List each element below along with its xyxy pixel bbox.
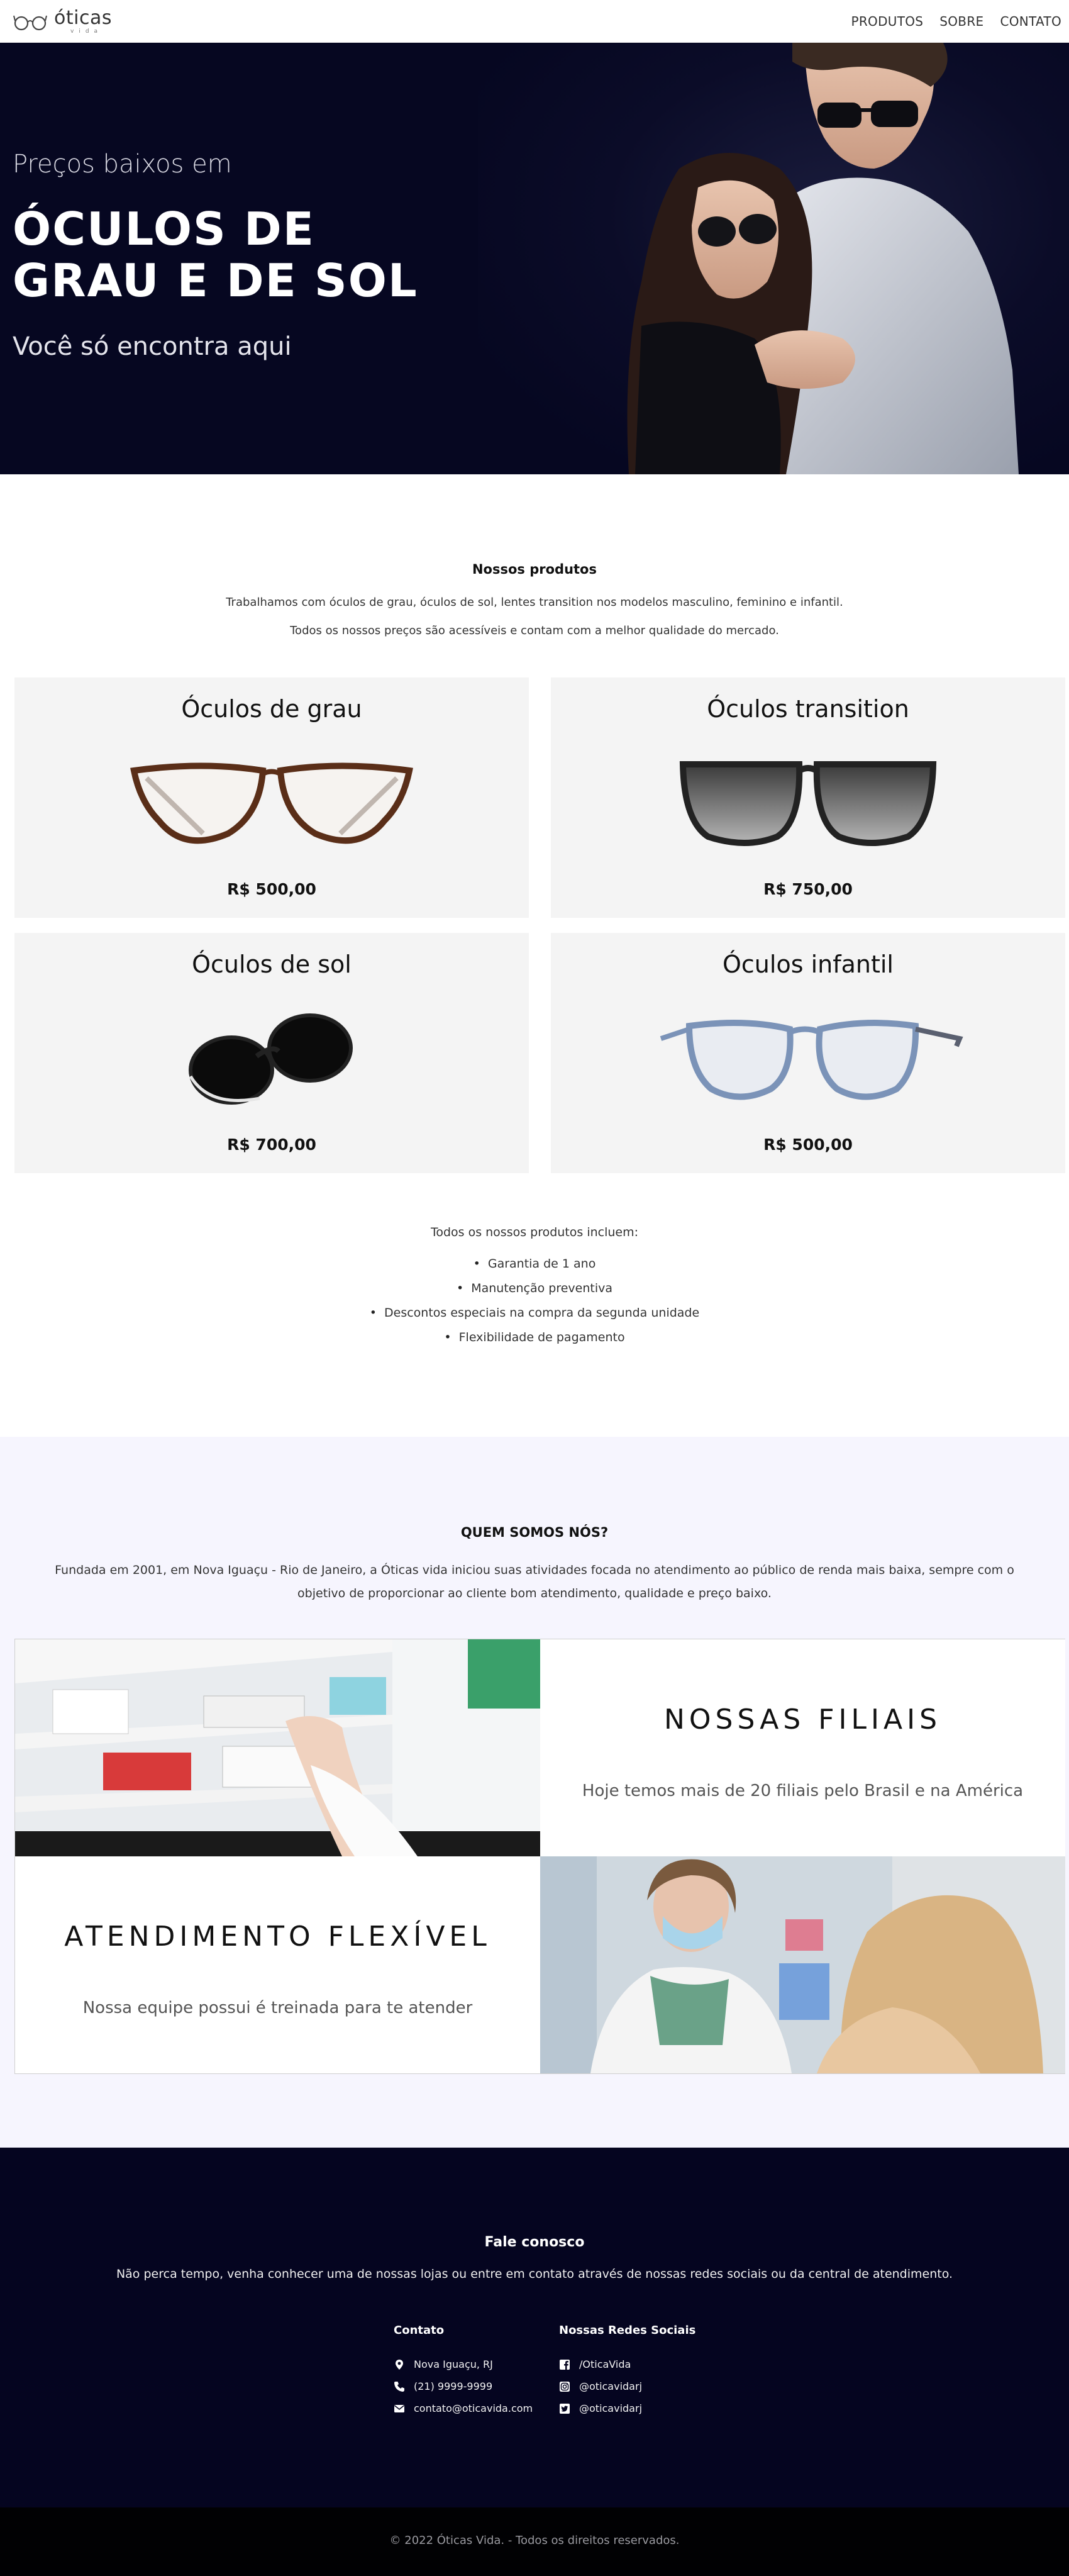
social-column: Nossas Redes Sociais /OticaVida @oticavi… (559, 2324, 695, 2419)
service-tile: ATENDIMENTO FLEXÍVEL Nossa equipe possui… (15, 1856, 540, 2073)
facebook-icon (560, 2359, 570, 2370)
list-item: Manutenção preventiva (0, 1276, 1069, 1301)
service-heading: ATENDIMENTO FLEXÍVEL (64, 1921, 491, 1953)
address-text: Nova Iguaçu, RJ (414, 2358, 493, 2370)
product-price: R$ 700,00 (227, 1135, 316, 1154)
hero-pre-title: Preços baixos em (13, 150, 232, 179)
products-description-2: Todos os nossos preços são acessíveis e … (290, 624, 779, 637)
about-text: Fundada em 2001, em Nova Iguaçu - Rio de… (55, 1563, 1014, 1600)
twitter-icon (560, 2403, 570, 2414)
nav-link-sobre[interactable]: SOBRE (939, 14, 983, 29)
glasses-logo-icon (13, 15, 47, 31)
branches-text: Hoje temos mais de 20 filiais pelo Brasi… (582, 1781, 1024, 1800)
phone-text: (21) 9999-9999 (414, 2380, 493, 2392)
nav-link-produtos[interactable]: PRODUTOS (851, 14, 923, 29)
list-item: Descontos especiais na compra da segunda… (0, 1301, 1069, 1325)
hero-banner: Preços baixos em ÓCULOS DE GRAU E DE SOL… (0, 43, 1069, 474)
product-price: R$ 750,00 (763, 880, 853, 898)
email-item[interactable]: contato@oticavida.com (394, 2397, 533, 2419)
products-description-1: Trabalhamos com óculos de grau, óculos d… (226, 596, 843, 609)
contact-column: Contato Nova Iguaçu, RJ (21) 9999-9999 c… (394, 2324, 533, 2419)
product-name: Óculos de sol (192, 951, 352, 978)
product-card-grau[interactable]: Óculos de grau R$ 500,00 (14, 677, 529, 918)
about-grid: NOSSAS FILIAIS Hoje temos mais de 20 fil… (14, 1639, 1065, 2074)
products-title: Nossos produtos (472, 562, 597, 577)
sunglasses-image (189, 1013, 353, 1105)
logo-text: óticas vida (54, 6, 112, 35)
logo[interactable]: óticas vida (13, 6, 112, 36)
list-item: Garantia de 1 ano (0, 1252, 1069, 1276)
kids-glasses-image (660, 1020, 963, 1100)
logo-sub-text: vida (70, 28, 103, 35)
pharmacist-photo (540, 1856, 1065, 2073)
pharmacy-shelf-photo (15, 1639, 540, 1856)
product-name: Óculos transition (707, 695, 909, 723)
about-section: QUEM SOMOS NÓS? Fundada em 2001, em Nova… (0, 1437, 1069, 2148)
twitter-text: @oticavidarj (579, 2402, 643, 2414)
map-pin-icon (396, 2359, 403, 2370)
product-card-infantil[interactable]: Óculos infantil R$ 500,00 (551, 933, 1065, 1173)
contact-column-title: Contato (394, 2324, 445, 2337)
address-item: Nova Iguaçu, RJ (394, 2353, 533, 2375)
nav-link-contato[interactable]: CONTATO (1000, 14, 1061, 29)
site-header: óticas vida PRODUTOS SOBRE CONTATO (0, 0, 1069, 43)
product-price: R$ 500,00 (227, 880, 316, 898)
branches-heading: NOSSAS FILIAIS (663, 1703, 942, 1736)
phone-item[interactable]: (21) 9999-9999 (394, 2375, 533, 2397)
phone-icon (394, 2381, 404, 2392)
contact-text: Não perca tempo, venha conhecer uma de n… (116, 2267, 953, 2281)
service-text: Nossa equipe possui é treinada para te a… (82, 1999, 473, 2017)
instagram-icon (560, 2381, 570, 2392)
product-name: Óculos infantil (723, 951, 894, 978)
twitter-item[interactable]: @oticavidarj (559, 2397, 695, 2419)
email-text: contato@oticavida.com (414, 2402, 533, 2414)
includes-list: Garantia de 1 ano Manutenção preventiva … (0, 1252, 1069, 1350)
logo-main-text: óticas (54, 6, 112, 29)
list-item: Flexibilidade de pagamento (0, 1325, 1069, 1350)
envelope-icon (394, 2404, 404, 2412)
facebook-text: /OticaVida (579, 2358, 631, 2370)
product-price: R$ 500,00 (763, 1135, 853, 1154)
contact-title: Fale conosco (484, 2234, 585, 2250)
instagram-text: @oticavidarj (579, 2380, 643, 2392)
branches-tile: NOSSAS FILIAIS Hoje temos mais de 20 fil… (540, 1639, 1065, 1856)
transition-glasses-image (679, 761, 937, 846)
about-title: QUEM SOMOS NÓS? (460, 1525, 609, 1540)
includes-title: Todos os nossos produtos incluem: (430, 1225, 639, 1239)
cat-eye-glasses-image (130, 762, 413, 844)
facebook-item[interactable]: /OticaVida (559, 2353, 695, 2375)
site-footer: © 2022 Óticas Vida. - Todos os direitos … (0, 2507, 1069, 2576)
hero-couple-photo (627, 43, 1019, 474)
main-nav: PRODUTOS SOBRE CONTATO (851, 0, 1061, 43)
hero-subtitle: Você só encontra aqui (13, 332, 292, 361)
copyright-text: © 2022 Óticas Vida. - Todos os direitos … (389, 2534, 680, 2547)
pharmacist-illustration (540, 1856, 1065, 2073)
product-card-transition[interactable]: Óculos transition R$ 750,00 (551, 677, 1065, 918)
product-card-sol[interactable]: Óculos de sol R$ 700,00 (14, 933, 529, 1173)
instagram-item[interactable]: @oticavidarj (559, 2375, 695, 2397)
shelf-illustration (15, 1639, 540, 1856)
social-column-title: Nossas Redes Sociais (559, 2324, 696, 2337)
hero-title: ÓCULOS DE GRAU E DE SOL (13, 203, 418, 307)
contact-section: Fale conosco Não perca tempo, venha conh… (0, 2148, 1069, 2507)
product-name: Óculos de grau (181, 695, 362, 723)
